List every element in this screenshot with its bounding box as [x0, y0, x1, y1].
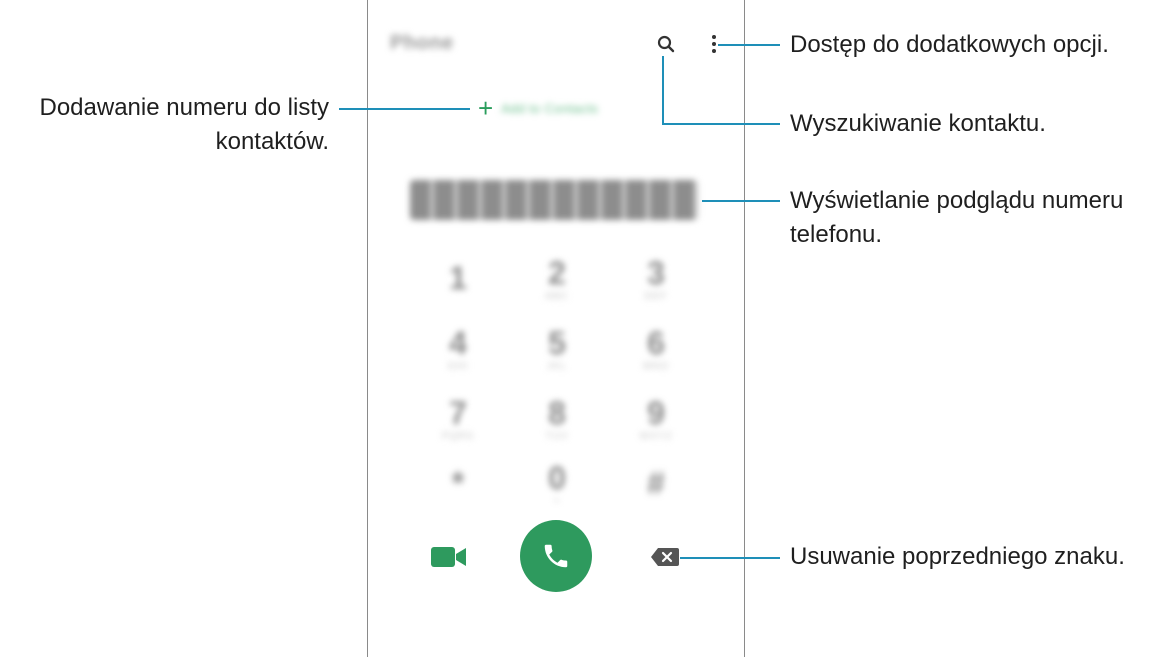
callout-line-add-contact [339, 108, 470, 110]
callout-search: Wyszukiwanie kontaktu. [790, 110, 1046, 137]
callout-add-contact: Dodawanie numeru do listy kontaktów. [0, 91, 330, 159]
callout-line-more-options [718, 44, 780, 46]
callout-add-contact-line1: Dodawanie numeru do listy [39, 94, 330, 121]
key-star[interactable]: * [433, 453, 483, 513]
callout-more-options: Dostęp do dodatkowych opcji. [790, 31, 1109, 58]
key-hash[interactable]: # [631, 453, 681, 513]
callout-delete-char: Usuwanie poprzedniego znaku. [790, 543, 1125, 570]
video-call-button[interactable] [430, 543, 468, 571]
key-8[interactable]: 8 TUV [532, 388, 582, 448]
key-4[interactable]: 4 GHI [433, 318, 483, 378]
key-9[interactable]: 9 WXYZ [631, 388, 681, 448]
backspace-icon [651, 548, 679, 566]
key-7[interactable]: 7 PQRS [433, 388, 483, 448]
search-button[interactable] [654, 32, 678, 56]
video-call-icon [431, 547, 466, 567]
callout-number-preview: Wyświetlanie podglądu numeru telefonu. [790, 184, 1123, 252]
app-title: Phone [390, 32, 454, 54]
callout-line-delete-char [680, 557, 780, 559]
key-0[interactable]: 0 + [532, 453, 582, 513]
callout-add-contact-line2: kontaktów. [215, 128, 329, 155]
callout-line-search-vertical [662, 56, 664, 124]
callout-number-preview-line2: telefonu. [790, 221, 883, 248]
key-1[interactable]: 1 [433, 248, 483, 308]
callout-number-preview-line1: Wyświetlanie podglądu numeru [790, 187, 1124, 214]
call-button[interactable] [520, 520, 592, 592]
key-3[interactable]: 3 DEF [631, 248, 681, 308]
backspace-button[interactable] [650, 546, 680, 568]
annotated-screenshot: Phone + Add to Contacts 1 2 ABC 3 DEF 4 … [0, 0, 1161, 657]
more-options-icon [712, 35, 716, 53]
add-to-contacts-label: Add to Contacts [501, 100, 599, 116]
phone-call-icon [544, 544, 568, 568]
key-6[interactable]: 6 MNO [631, 318, 681, 378]
key-5[interactable]: 5 JKL [532, 318, 582, 378]
plus-icon: + [478, 93, 494, 123]
callout-line-search [662, 123, 780, 125]
number-preview-field[interactable] [410, 180, 698, 220]
add-to-contacts-button[interactable]: + Add to Contacts [478, 93, 599, 123]
search-icon [657, 35, 675, 53]
key-2[interactable]: 2 ABC [532, 248, 582, 308]
callout-line-number-preview [702, 200, 780, 202]
